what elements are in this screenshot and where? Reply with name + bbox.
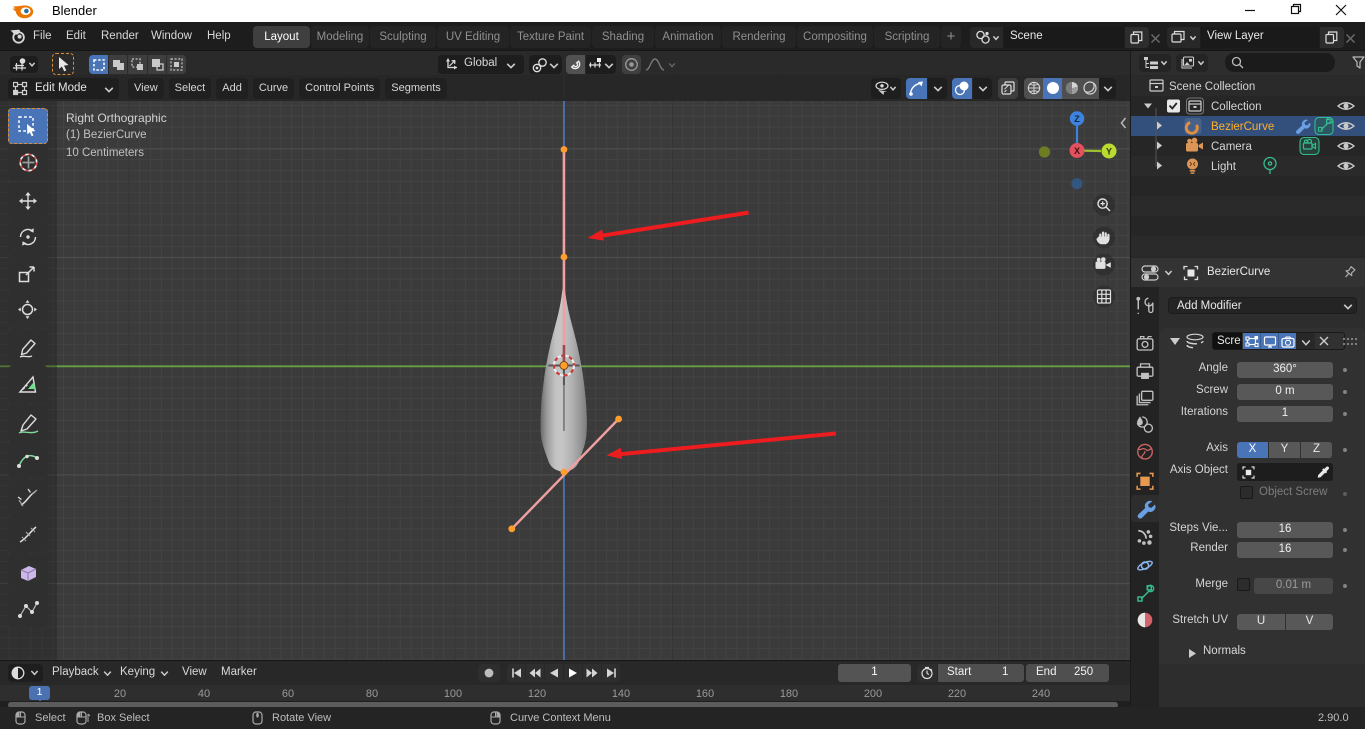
svg-text:Scene Collection: Scene Collection (1169, 81, 1255, 93)
svg-text:Y: Y (1106, 146, 1112, 156)
svg-text:Camera: Camera (1211, 141, 1253, 153)
svg-text:X: X (1074, 146, 1080, 156)
svg-text:Light: Light (1211, 161, 1237, 173)
svg-text:Z: Z (1074, 114, 1080, 124)
svg-text:Collection: Collection (1211, 101, 1262, 113)
svg-text:BezierCurve: BezierCurve (1211, 121, 1274, 133)
